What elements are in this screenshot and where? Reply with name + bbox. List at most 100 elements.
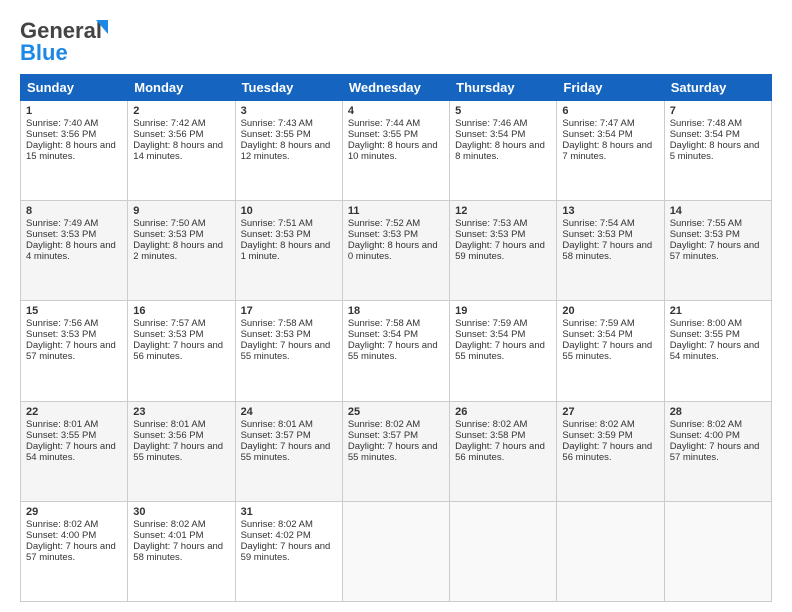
sunrise-text: Sunrise: 7:51 AM — [241, 218, 313, 229]
sunset-text: Sunset: 3:53 PM — [562, 229, 632, 240]
daylight-text: Daylight: 8 hours and 1 minute. — [241, 240, 331, 262]
weekday-header-saturday: Saturday — [664, 75, 771, 101]
empty-cell — [664, 501, 771, 601]
daylight-text: Daylight: 8 hours and 4 minutes. — [26, 240, 116, 262]
daylight-text: Daylight: 7 hours and 57 minutes. — [670, 240, 760, 262]
day-cell-20: 20Sunrise: 7:59 AMSunset: 3:54 PMDayligh… — [557, 301, 664, 401]
daylight-text: Daylight: 7 hours and 55 minutes. — [133, 441, 223, 463]
day-number: 19 — [455, 305, 551, 317]
day-number: 14 — [670, 205, 766, 217]
day-number: 30 — [133, 506, 229, 518]
sunset-text: Sunset: 3:56 PM — [133, 129, 203, 140]
sunset-text: Sunset: 3:53 PM — [241, 229, 311, 240]
sunset-text: Sunset: 4:00 PM — [26, 530, 96, 541]
day-number: 8 — [26, 205, 122, 217]
daylight-text: Daylight: 7 hours and 59 minutes. — [455, 240, 545, 262]
day-number: 27 — [562, 406, 658, 418]
sunrise-text: Sunrise: 7:57 AM — [133, 318, 205, 329]
daylight-text: Daylight: 8 hours and 14 minutes. — [133, 140, 223, 162]
daylight-text: Daylight: 8 hours and 12 minutes. — [241, 140, 331, 162]
sunrise-text: Sunrise: 8:02 AM — [562, 419, 634, 430]
daylight-text: Daylight: 7 hours and 54 minutes. — [26, 441, 116, 463]
day-number: 24 — [241, 406, 337, 418]
day-cell-8: 8Sunrise: 7:49 AMSunset: 3:53 PMDaylight… — [21, 201, 128, 301]
sunrise-text: Sunrise: 8:01 AM — [26, 419, 98, 430]
header: GeneralBlue — [20, 16, 772, 64]
sunset-text: Sunset: 3:53 PM — [26, 329, 96, 340]
day-cell-28: 28Sunrise: 8:02 AMSunset: 4:00 PMDayligh… — [664, 401, 771, 501]
weekday-header-tuesday: Tuesday — [235, 75, 342, 101]
daylight-text: Daylight: 7 hours and 55 minutes. — [348, 340, 438, 362]
daylight-text: Daylight: 7 hours and 57 minutes. — [26, 541, 116, 563]
sunrise-text: Sunrise: 8:01 AM — [241, 419, 313, 430]
day-number: 3 — [241, 105, 337, 117]
day-number: 2 — [133, 105, 229, 117]
sunset-text: Sunset: 3:53 PM — [133, 329, 203, 340]
week-row-2: 8Sunrise: 7:49 AMSunset: 3:53 PMDaylight… — [21, 201, 772, 301]
sunrise-text: Sunrise: 7:50 AM — [133, 218, 205, 229]
sunset-text: Sunset: 3:53 PM — [455, 229, 525, 240]
day-cell-15: 15Sunrise: 7:56 AMSunset: 3:53 PMDayligh… — [21, 301, 128, 401]
weekday-header-thursday: Thursday — [450, 75, 557, 101]
day-cell-14: 14Sunrise: 7:55 AMSunset: 3:53 PMDayligh… — [664, 201, 771, 301]
day-number: 21 — [670, 305, 766, 317]
day-number: 16 — [133, 305, 229, 317]
day-number: 23 — [133, 406, 229, 418]
sunrise-text: Sunrise: 8:00 AM — [670, 318, 742, 329]
day-number: 10 — [241, 205, 337, 217]
weekday-header-row: SundayMondayTuesdayWednesdayThursdayFrid… — [21, 75, 772, 101]
day-cell-5: 5Sunrise: 7:46 AMSunset: 3:54 PMDaylight… — [450, 101, 557, 201]
day-cell-11: 11Sunrise: 7:52 AMSunset: 3:53 PMDayligh… — [342, 201, 449, 301]
day-number: 5 — [455, 105, 551, 117]
day-number: 20 — [562, 305, 658, 317]
sunset-text: Sunset: 3:53 PM — [241, 329, 311, 340]
week-row-4: 22Sunrise: 8:01 AMSunset: 3:55 PMDayligh… — [21, 401, 772, 501]
sunrise-text: Sunrise: 7:54 AM — [562, 218, 634, 229]
sunrise-text: Sunrise: 7:59 AM — [455, 318, 527, 329]
page: GeneralBlue SundayMondayTuesdayWednesday… — [0, 0, 792, 612]
sunset-text: Sunset: 3:53 PM — [133, 229, 203, 240]
logo: GeneralBlue — [20, 16, 110, 64]
daylight-text: Daylight: 8 hours and 5 minutes. — [670, 140, 760, 162]
week-row-3: 15Sunrise: 7:56 AMSunset: 3:53 PMDayligh… — [21, 301, 772, 401]
sunrise-text: Sunrise: 8:02 AM — [348, 419, 420, 430]
empty-cell — [450, 501, 557, 601]
daylight-text: Daylight: 7 hours and 58 minutes. — [562, 240, 652, 262]
sunset-text: Sunset: 3:59 PM — [562, 430, 632, 441]
daylight-text: Daylight: 7 hours and 55 minutes. — [241, 340, 331, 362]
weekday-header-friday: Friday — [557, 75, 664, 101]
weekday-header-wednesday: Wednesday — [342, 75, 449, 101]
day-number: 31 — [241, 506, 337, 518]
sunrise-text: Sunrise: 7:52 AM — [348, 218, 420, 229]
daylight-text: Daylight: 7 hours and 58 minutes. — [133, 541, 223, 563]
day-cell-21: 21Sunrise: 8:00 AMSunset: 3:55 PMDayligh… — [664, 301, 771, 401]
sunset-text: Sunset: 4:01 PM — [133, 530, 203, 541]
day-cell-27: 27Sunrise: 8:02 AMSunset: 3:59 PMDayligh… — [557, 401, 664, 501]
daylight-text: Daylight: 7 hours and 55 minutes. — [562, 340, 652, 362]
day-number: 29 — [26, 506, 122, 518]
day-cell-7: 7Sunrise: 7:48 AMSunset: 3:54 PMDaylight… — [664, 101, 771, 201]
sunrise-text: Sunrise: 8:02 AM — [455, 419, 527, 430]
sunset-text: Sunset: 3:55 PM — [348, 129, 418, 140]
day-cell-31: 31Sunrise: 8:02 AMSunset: 4:02 PMDayligh… — [235, 501, 342, 601]
sunset-text: Sunset: 3:54 PM — [562, 129, 632, 140]
weekday-header-sunday: Sunday — [21, 75, 128, 101]
sunset-text: Sunset: 3:56 PM — [26, 129, 96, 140]
sunrise-text: Sunrise: 7:46 AM — [455, 118, 527, 129]
day-number: 26 — [455, 406, 551, 418]
sunset-text: Sunset: 3:55 PM — [670, 329, 740, 340]
daylight-text: Daylight: 7 hours and 55 minutes. — [348, 441, 438, 463]
day-cell-22: 22Sunrise: 8:01 AMSunset: 3:55 PMDayligh… — [21, 401, 128, 501]
sunset-text: Sunset: 3:56 PM — [133, 430, 203, 441]
sunrise-text: Sunrise: 7:58 AM — [348, 318, 420, 329]
day-cell-29: 29Sunrise: 8:02 AMSunset: 4:00 PMDayligh… — [21, 501, 128, 601]
sunset-text: Sunset: 3:55 PM — [241, 129, 311, 140]
day-cell-24: 24Sunrise: 8:01 AMSunset: 3:57 PMDayligh… — [235, 401, 342, 501]
sunrise-text: Sunrise: 8:02 AM — [26, 519, 98, 530]
day-cell-2: 2Sunrise: 7:42 AMSunset: 3:56 PMDaylight… — [128, 101, 235, 201]
daylight-text: Daylight: 7 hours and 56 minutes. — [455, 441, 545, 463]
sunrise-text: Sunrise: 7:59 AM — [562, 318, 634, 329]
day-cell-10: 10Sunrise: 7:51 AMSunset: 3:53 PMDayligh… — [235, 201, 342, 301]
sunset-text: Sunset: 3:57 PM — [348, 430, 418, 441]
day-number: 1 — [26, 105, 122, 117]
